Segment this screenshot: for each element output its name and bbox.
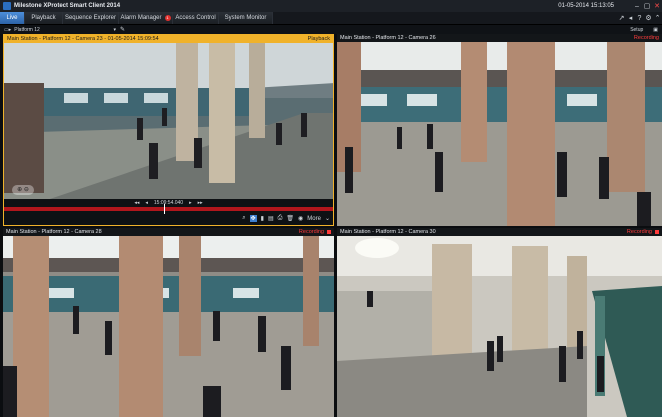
camera-tile-23[interactable]: Main Station - Platform 12 - Camera 23 -…: [3, 34, 334, 226]
step-forward-icon[interactable]: ▸: [189, 200, 192, 206]
timeline-marker[interactable]: [164, 204, 165, 214]
camera-header: Main Station - Platform 12 - Camera 28 R…: [3, 228, 334, 236]
previous-frame-icon[interactable]: ◂◂: [134, 200, 139, 206]
close-icon[interactable]: ✕: [652, 2, 662, 10]
export-icon[interactable]: ▤: [268, 215, 274, 222]
tab-playback[interactable]: Playback: [25, 12, 63, 24]
help-icon[interactable]: ?: [635, 12, 644, 24]
collapse-icon[interactable]: ⌃: [653, 12, 662, 24]
sidebar-toggle-icon[interactable]: ▣: [653, 27, 658, 33]
camera-feed: [337, 236, 662, 417]
setup-button[interactable]: Setup: [630, 27, 643, 33]
tab-access-control[interactable]: Access Control: [173, 12, 219, 24]
chevron-down-icon[interactable]: ⌄: [325, 215, 330, 222]
alarm-count-badge: 1: [164, 15, 171, 21]
camera-name: Main Station - Platform 12 - Camera 30: [340, 229, 436, 235]
camera-grid: Main Station - Platform 12 - Camera 23 -…: [3, 34, 662, 417]
recording-indicator-icon: [327, 230, 331, 234]
camera-name: Main Station - Platform 12 - Camera 23 -…: [7, 36, 159, 42]
camera-tile-26[interactable]: Main Station - Platform 12 - Camera 26 R…: [337, 34, 662, 226]
minimize-icon[interactable]: –: [632, 3, 642, 10]
next-frame-icon[interactable]: ▸▸: [198, 200, 203, 206]
view-list-icon: ▭▸: [4, 26, 12, 33]
title-bar: Milestone XProtect Smart Client 2014 01-…: [0, 0, 662, 12]
camera-feed: [337, 42, 662, 226]
more-menu[interactable]: More: [307, 216, 321, 222]
edit-view-icon[interactable]: ✎: [120, 26, 125, 33]
bookmark-icon[interactable]: ▮: [261, 215, 264, 222]
view-toolbar: ▭▸ Platform 12 ▾ ✎ Setup ▣: [0, 25, 662, 34]
recording-indicator-icon: [655, 230, 659, 234]
camera-status: Recording: [298, 229, 324, 235]
camera-name: Main Station - Platform 12 - Camera 26: [340, 35, 436, 41]
camera-header: Main Station - Platform 12 - Camera 23 -…: [4, 35, 333, 43]
playback-controls: ◂◂ ◂ 15:09:54.040 ▸ ▸▸ ⌕ ✥ ▮ ▤ ⎙ 🗑 ◉ Mor…: [4, 199, 333, 225]
playback-timeline[interactable]: [4, 207, 333, 211]
pan-tilt-icon[interactable]: ✥: [249, 215, 257, 222]
playback-time: 15:09:54.040: [153, 199, 184, 206]
maximize-icon[interactable]: ▢: [642, 2, 652, 10]
clock: 01-05-2014 15:13:05: [558, 3, 614, 9]
snapshot-icon[interactable]: ◉: [298, 215, 303, 222]
camera-tile-30[interactable]: Main Station - Platform 12 - Camera 30 R…: [337, 228, 662, 417]
delete-icon[interactable]: 🗑: [286, 215, 294, 222]
window-title: Milestone XProtect Smart Client 2014: [14, 3, 121, 9]
back-icon[interactable]: ◂: [626, 12, 635, 24]
digital-zoom-control[interactable]: ⊕ ⊖: [12, 185, 34, 195]
app-logo-icon: [3, 2, 11, 10]
print-icon[interactable]: ⎙: [278, 215, 283, 222]
tab-alarm-manager[interactable]: Alarm Manager 1: [119, 12, 173, 24]
chevron-down-icon: ▾: [113, 26, 116, 33]
camera-header: Main Station - Platform 12 - Camera 30 R…: [337, 228, 662, 236]
main-tabs: Live Playback Sequence Explorer Alarm Ma…: [0, 12, 662, 25]
camera-status: Playback: [307, 36, 330, 42]
zoom-icon[interactable]: ⌕: [242, 215, 245, 222]
camera-feed: [3, 236, 334, 417]
tab-live[interactable]: Live: [0, 12, 25, 24]
full-screen-icon[interactable]: ↗: [617, 12, 626, 24]
tab-system-monitor[interactable]: System Monitor: [219, 12, 273, 24]
view-selector[interactable]: ▭▸ Platform 12 ▾: [4, 27, 116, 33]
camera-header: Main Station - Platform 12 - Camera 26 R…: [337, 34, 662, 42]
camera-status: Recording: [633, 35, 659, 41]
camera-name: Main Station - Platform 12 - Camera 28: [6, 229, 102, 235]
step-back-icon[interactable]: ◂: [145, 200, 148, 206]
camera-tile-28[interactable]: Main Station - Platform 12 - Camera 28 R…: [3, 228, 334, 417]
tab-sequence-explorer[interactable]: Sequence Explorer: [63, 12, 119, 24]
gear-icon[interactable]: ⚙: [644, 12, 653, 24]
camera-status: Recording: [626, 229, 652, 235]
camera-feed: [4, 43, 333, 201]
